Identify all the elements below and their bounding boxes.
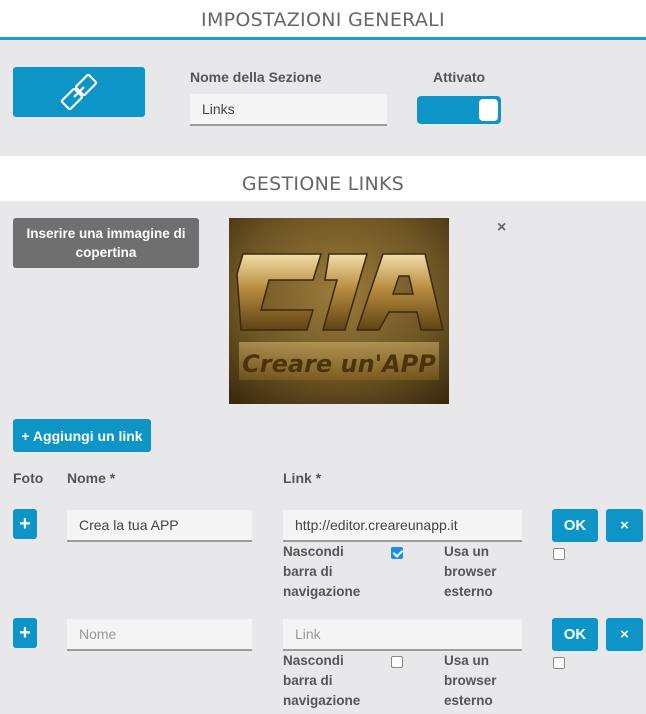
active-label: Attivato — [433, 69, 486, 85]
insert-cover-image-button[interactable]: Inserire una immagine di copertina — [13, 218, 199, 268]
hide-nav-checkbox[interactable] — [391, 656, 403, 668]
link-url-input[interactable]: http://editor.creareunapp.it — [283, 510, 522, 542]
links-management-header: GESTIONE LINKS — [0, 156, 646, 201]
column-nome: Nome * — [67, 470, 116, 486]
external-browser-checkbox[interactable] — [553, 657, 565, 669]
ok-button[interactable]: OK — [552, 618, 598, 651]
links-management-title: GESTIONE LINKS — [241, 173, 405, 195]
external-browser-label: Usa un browser esterno — [444, 653, 497, 708]
hide-nav-label: Nascondi barra di navigazione — [283, 653, 361, 708]
add-photo-button[interactable]: + — [13, 509, 37, 539]
link-name-input[interactable]: Crea la tua APP — [67, 510, 252, 542]
external-browser-checkbox[interactable] — [553, 548, 565, 560]
delete-link-button[interactable]: × — [606, 618, 643, 651]
toggle-knob — [479, 99, 498, 121]
column-link: Link * — [283, 470, 322, 486]
hide-nav-checkbox[interactable] — [391, 547, 403, 559]
delete-link-button[interactable]: × — [606, 509, 643, 542]
general-settings-header: IMPOSTAZIONI GENERALI — [0, 0, 646, 40]
link-name-input[interactable]: Nome — [67, 619, 252, 651]
remove-cover-button[interactable]: × — [497, 219, 506, 237]
cover-caption: Creare un'APP — [242, 350, 436, 378]
active-toggle[interactable] — [417, 96, 501, 124]
ok-button[interactable]: OK — [552, 509, 598, 542]
general-settings-title: IMPOSTAZIONI GENERALI — [201, 9, 445, 31]
add-link-button[interactable]: + Aggiungi un link — [13, 419, 151, 452]
section-icon-button[interactable] — [13, 67, 145, 117]
section-name-label: Nome della Sezione — [190, 69, 322, 85]
add-photo-button[interactable]: + — [13, 618, 37, 648]
column-foto: Foto — [13, 470, 44, 486]
cover-image: Creare un'APP — [229, 218, 449, 404]
link-icon — [60, 73, 98, 111]
external-browser-label: Usa un browser esterno — [444, 544, 497, 599]
hide-nav-label: Nascondi barra di navigazione — [283, 544, 361, 599]
section-name-input[interactable]: Links — [190, 94, 387, 126]
link-url-input[interactable]: Link — [283, 619, 522, 651]
